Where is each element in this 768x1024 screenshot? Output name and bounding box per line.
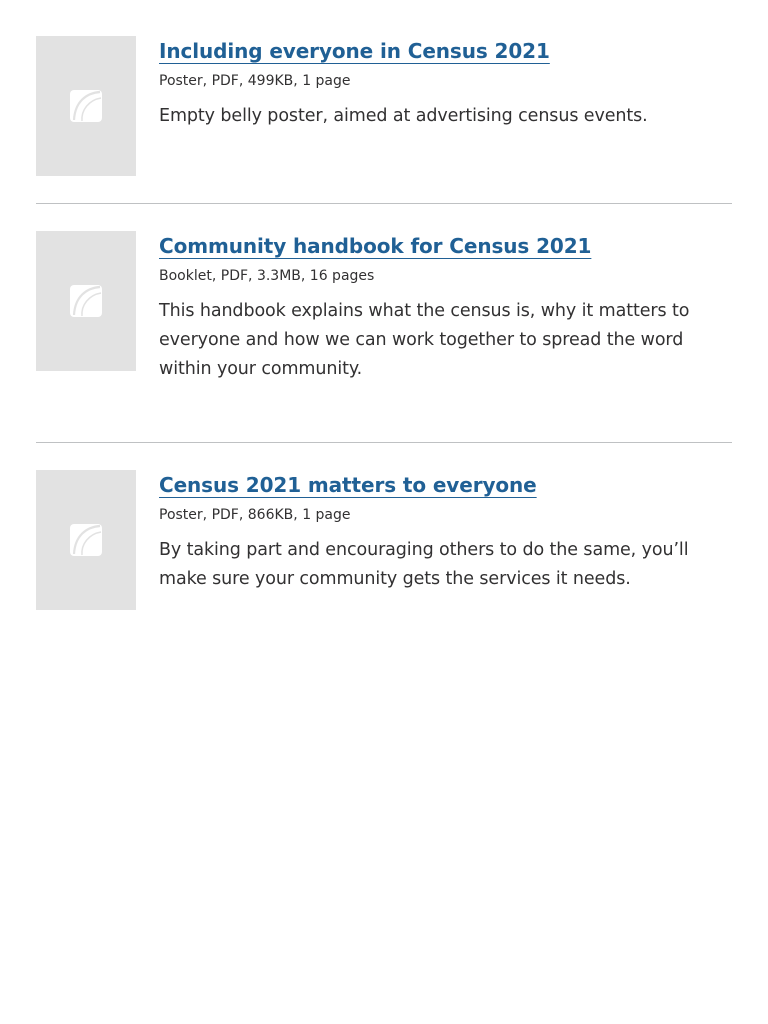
- document-details: Including everyone in Census 2021 Poster…: [159, 36, 732, 131]
- document-description: This handbook explains what the census i…: [159, 301, 690, 379]
- document-placeholder-icon: [70, 285, 102, 317]
- document-item: Including everyone in Census 2021 Poster…: [36, 36, 732, 203]
- document-placeholder-icon: [70, 524, 102, 556]
- document-details: Community handbook for Census 2021 Bookl…: [159, 231, 732, 384]
- document-size: 3.3MB: [248, 268, 301, 284]
- document-type: Poster: [159, 73, 203, 89]
- document-size: 499KB: [239, 73, 293, 89]
- document-length: 1 page: [293, 73, 350, 89]
- document-title-link[interactable]: Census 2021 matters to everyone: [159, 470, 537, 500]
- document-format: PDF: [203, 507, 239, 523]
- document-description: By taking part and encouraging others to…: [159, 540, 689, 589]
- document-meta: BookletPDF3.3MB16 pages: [159, 266, 732, 286]
- document-format: PDF: [203, 73, 239, 89]
- document-item: Community handbook for Census 2021 Bookl…: [36, 203, 732, 442]
- document-item: Census 2021 matters to everyone PosterPD…: [36, 442, 732, 610]
- document-placeholder-icon: [70, 90, 102, 122]
- document-length: 1 page: [293, 507, 350, 523]
- document-meta: PosterPDF866KB1 page: [159, 505, 732, 525]
- document-title-link[interactable]: Including everyone in Census 2021: [159, 36, 550, 66]
- document-list: Including everyone in Census 2021 Poster…: [36, 36, 732, 610]
- document-format: PDF: [212, 268, 248, 284]
- document-thumbnail[interactable]: [36, 470, 136, 610]
- document-type: Poster: [159, 507, 203, 523]
- document-thumbnail[interactable]: [36, 36, 136, 176]
- document-size: 866KB: [239, 507, 293, 523]
- document-type: Booklet: [159, 268, 212, 284]
- document-length: 16 pages: [301, 268, 374, 284]
- document-thumbnail[interactable]: [36, 231, 136, 371]
- document-description: Empty belly poster, aimed at advertising…: [159, 106, 648, 126]
- document-title-link[interactable]: Community handbook for Census 2021: [159, 231, 591, 261]
- document-meta: PosterPDF499KB1 page: [159, 71, 732, 91]
- document-details: Census 2021 matters to everyone PosterPD…: [159, 470, 732, 594]
